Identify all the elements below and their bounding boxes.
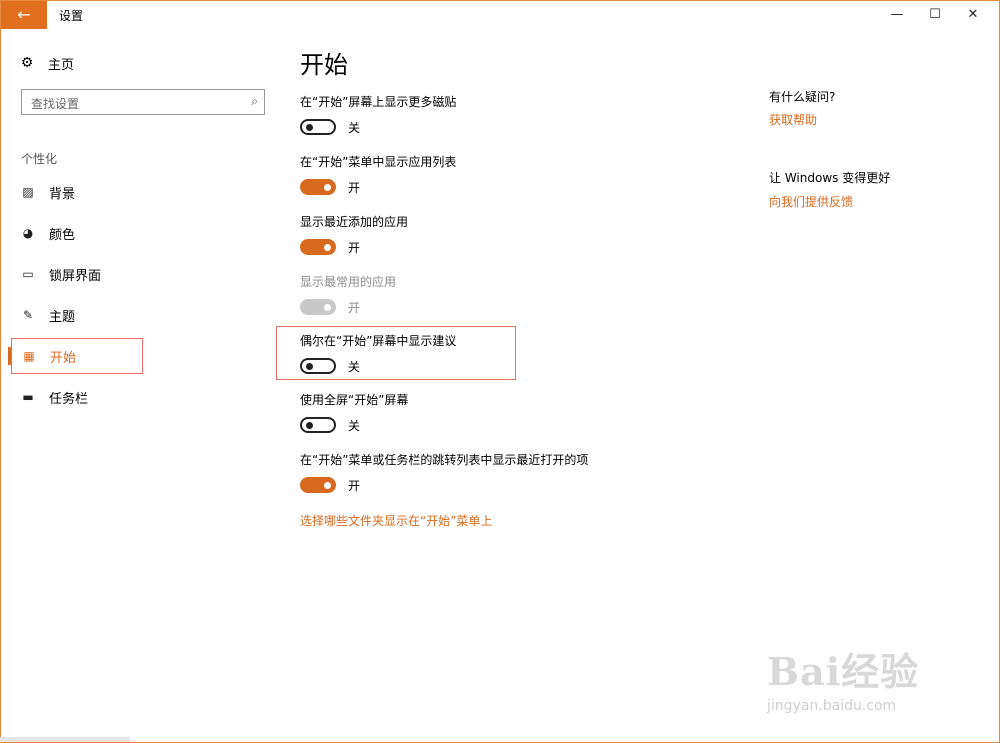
maximize-icon: ☐ [929, 7, 941, 22]
toggle-state: 开 [348, 478, 361, 493]
watermark-logo: Bai经验 [767, 649, 920, 694]
setting-label: 显示最近添加的应用 [300, 215, 409, 229]
help-question-heading: 有什么疑问? [769, 90, 836, 104]
sidebar-item-themes[interactable]: ✎ 主题 [11, 297, 143, 333]
start-tiles-icon: ▦ [23, 349, 35, 363]
setting-most-used: 显示最常用的应用 开 [300, 273, 396, 316]
sidebar-item-label: 颜色 [49, 227, 76, 243]
sidebar-item-label: 锁屏界面 [49, 268, 102, 284]
sidebar-item-start[interactable]: ▦ 开始 [11, 338, 143, 374]
back-button[interactable]: ← [1, 1, 47, 29]
sidebar-item-label: 任务栏 [49, 391, 89, 407]
sidebar-item-label: 开始 [50, 350, 77, 366]
minimize-icon: — [890, 7, 904, 22]
toggle-switch[interactable] [300, 119, 336, 135]
setting-jump-lists: 在“开始”菜单或任务栏的跳转列表中显示最近打开的项 开 [300, 451, 588, 494]
palette-icon: ◕ [22, 226, 34, 240]
setting-label: 在“开始”菜单或任务栏的跳转列表中显示最近打开的项 [300, 453, 589, 467]
sidebar-item-colors[interactable]: ◕ 颜色 [11, 215, 143, 251]
sidebar-item-taskbar[interactable]: ▬ 任务栏 [11, 379, 143, 415]
search-icon: ⌕ [251, 94, 258, 108]
setting-more-tiles: 在“开始”屏幕上显示更多磁贴 关 [300, 93, 456, 136]
search-input[interactable]: 查找设置 ⌕ [21, 89, 265, 115]
picture-icon: ▨ [22, 185, 34, 199]
setting-full-screen: 使用全屏“开始”屏幕 关 [300, 391, 408, 434]
sidebar-item-lock-screen[interactable]: ▭ 锁屏界面 [11, 256, 143, 292]
toggle-switch[interactable] [300, 358, 336, 374]
sidebar-item-label: 主题 [49, 309, 76, 325]
toggle-state: 关 [348, 359, 361, 374]
section-title-personalization: 个性化 [21, 152, 58, 166]
choose-folders-link[interactable]: 选择哪些文件夹显示在“开始”菜单上 [300, 512, 492, 529]
page-title: 开始 [300, 51, 348, 79]
search-placeholder: 查找设置 [31, 97, 80, 111]
theme-brush-icon: ✎ [22, 308, 34, 322]
toggle-switch[interactable] [300, 179, 336, 195]
sidebar-item-label: 背景 [49, 186, 76, 202]
baidu-watermark: Bai经验 jingyan.baidu.com [767, 641, 919, 714]
setting-label: 显示最常用的应用 [300, 275, 397, 289]
setting-label: 偶尔在“开始”屏幕中显示建议 [300, 334, 457, 348]
toggle-switch[interactable] [300, 477, 336, 493]
toggle-state: 开 [348, 300, 361, 315]
setting-suggestions: 偶尔在“开始”屏幕中显示建议 关 [300, 332, 456, 375]
settings-window: ← 设置 — ☐ ✕ ⚙ 主页 查找设置 ⌕ 个性化 ▨ 背景 ◕ 颜色 ▭ 锁… [0, 0, 1000, 743]
toggle-switch [300, 299, 336, 315]
setting-recently-added: 显示最近添加的应用 开 [300, 213, 408, 256]
nav-home-label: 主页 [48, 57, 75, 73]
toggle-state: 关 [348, 120, 361, 135]
sidebar-item-background[interactable]: ▨ 背景 [11, 174, 143, 210]
close-icon: ✕ [967, 7, 979, 22]
give-feedback-link[interactable]: 向我们提供反馈 [769, 193, 853, 210]
toggle-state: 关 [348, 418, 361, 433]
bottom-strip [0, 737, 130, 742]
setting-app-list: 在“开始”菜单中显示应用列表 开 [300, 153, 456, 196]
back-arrow-icon: ← [17, 5, 31, 24]
window-title: 设置 [59, 9, 84, 23]
gear-icon: ⚙ [20, 55, 34, 71]
nav-home[interactable]: ⚙ 主页 [19, 53, 74, 73]
watermark-url: jingyan.baidu.com [767, 698, 897, 714]
toggle-state: 开 [348, 180, 361, 195]
setting-label: 在“开始”屏幕上显示更多磁贴 [300, 95, 457, 109]
maximize-button[interactable]: ☐ [918, 1, 952, 29]
toggle-switch[interactable] [300, 417, 336, 433]
title-bar: ← 设置 — ☐ ✕ [1, 1, 999, 29]
setting-label: 在“开始”菜单中显示应用列表 [300, 155, 457, 169]
taskbar-icon: ▬ [22, 390, 34, 404]
toggle-state: 开 [348, 240, 361, 255]
toggle-switch[interactable] [300, 239, 336, 255]
setting-label: 使用全屏“开始”屏幕 [300, 393, 409, 407]
minimize-button[interactable]: — [880, 1, 914, 29]
lock-screen-icon: ▭ [22, 267, 34, 281]
close-button[interactable]: ✕ [956, 1, 990, 29]
get-help-link[interactable]: 获取帮助 [769, 111, 817, 128]
improve-windows-heading: 让 Windows 变得更好 [769, 171, 891, 185]
